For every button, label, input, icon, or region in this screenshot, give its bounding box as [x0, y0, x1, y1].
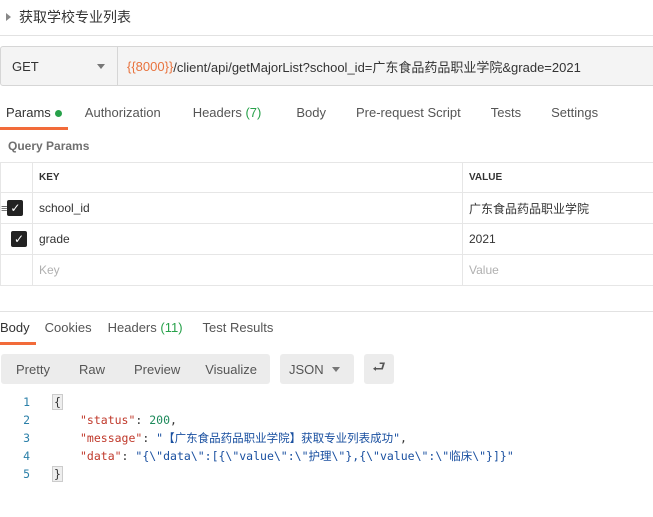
expand-triangle-icon[interactable] [6, 13, 11, 21]
tab-body[interactable]: Body [0, 320, 36, 345]
tab-cookies[interactable]: Cookies [45, 320, 92, 341]
brace: { [52, 394, 63, 410]
tab-label: Headers [107, 320, 157, 335]
chevron-down-icon [332, 366, 340, 372]
row-checkbox[interactable]: ✓ [11, 231, 27, 247]
param-value[interactable]: 2021 [462, 223, 653, 255]
pretty-button[interactable]: Pretty [16, 362, 50, 377]
request-title[interactable]: 获取学校专业列表 [6, 7, 131, 27]
query-params-label: Query Params [8, 139, 90, 153]
url-bar: GET {{8000}}/client/api/getMajorList?sch… [0, 46, 653, 86]
raw-button[interactable]: Raw [79, 362, 105, 377]
key-input[interactable]: Key [32, 254, 463, 286]
active-dot-icon [54, 110, 62, 118]
tab-tests[interactable]: Tests [491, 105, 521, 126]
tab-prerequest-script[interactable]: Pre-request Script [356, 105, 461, 126]
method-label: GET [12, 58, 39, 74]
json-key: "data" [80, 449, 122, 463]
json-key: "status" [80, 413, 136, 427]
key-header: KEY [32, 162, 463, 193]
line-number: 4 [23, 449, 30, 463]
tab-label: Headers [192, 105, 242, 120]
divider [0, 35, 653, 36]
json-string: "{\"data\":[{\"value\":\"护理\"},{\"value\… [135, 449, 514, 463]
value-header: VALUE [462, 162, 653, 193]
visualize-button[interactable]: Visualize [205, 362, 257, 377]
value-input[interactable]: Value [462, 254, 653, 286]
format-select[interactable]: JSON [280, 354, 354, 384]
param-key[interactable]: school_id [32, 192, 463, 224]
row-checkbox[interactable]: ✓ [7, 200, 24, 216]
line-number: 2 [23, 413, 30, 427]
param-value[interactable]: 广东食品药品职业学院 [462, 192, 653, 224]
params-table: KEY VALUE ≡ ✓ school_id 广东食品药品职业学院 ✓ grade 202… [0, 162, 653, 286]
tab-authorization[interactable]: Authorization [85, 105, 161, 126]
json-key: "message" [80, 431, 143, 445]
line-number: 5 [23, 467, 30, 481]
tab-params[interactable]: Params [0, 105, 68, 130]
tab-label: Params [6, 105, 51, 120]
headers-count: (7) [245, 105, 262, 120]
method-select[interactable]: GET [1, 47, 118, 85]
table-row: ≡ ✓ school_id 广东食品药品职业学院 [0, 192, 653, 224]
json-string: "【广东食品药品职业学院】获取专业列表成功" [156, 431, 401, 445]
divider [0, 311, 653, 312]
format-label: JSON [289, 361, 324, 377]
response-body: 1{ 2 "status": 200, 3 "message": "【广东食品药品职… [0, 393, 514, 483]
url-path: /client/api/getMajorList?school_id=广东食品药… [173, 59, 581, 75]
tab-headers[interactable]: Headers (7) [193, 105, 262, 126]
line-number: 3 [23, 431, 30, 445]
tab-settings[interactable]: Settings [551, 105, 598, 126]
line-number: 1 [23, 395, 30, 409]
preview-button[interactable]: Preview [134, 362, 180, 377]
brace: } [52, 466, 63, 482]
table-row: ✓ grade 2021 [0, 223, 653, 255]
request-tabs: Params Authorization Headers (7) Body Pr… [0, 105, 598, 130]
tab-test-results[interactable]: Test Results [203, 320, 274, 341]
param-key[interactable]: grade [32, 223, 463, 255]
json-number: 200 [149, 413, 171, 427]
view-mode-group: Pretty Raw Preview Visualize [1, 354, 270, 384]
wrap-lines-button[interactable]: ⮐ [364, 354, 394, 384]
tab-body[interactable]: Body [296, 105, 326, 126]
tab-headers[interactable]: Headers (11) [108, 320, 183, 341]
chevron-down-icon [97, 63, 105, 69]
request-name: 获取学校专业列表 [19, 9, 131, 25]
response-tabs: Body Cookies Headers (11) Test Results [0, 320, 274, 345]
checkbox-header [0, 162, 33, 193]
wrap-icon: ⮐ [372, 358, 386, 376]
headers-count: (11) [160, 320, 183, 335]
url-variable: {{8000}} [127, 58, 174, 74]
url-input[interactable]: {{8000}}/client/api/getMajorList?school_… [118, 47, 581, 85]
table-row: Key Value [0, 254, 653, 286]
